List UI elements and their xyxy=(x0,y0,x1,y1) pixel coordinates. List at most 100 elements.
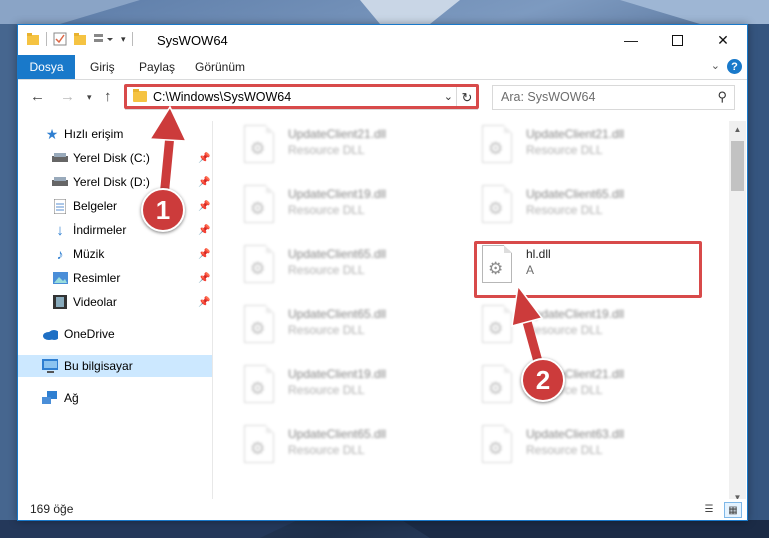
customize-toolbar-icon[interactable] xyxy=(93,32,115,46)
toolbar-divider xyxy=(131,32,133,46)
navigation-bar: ← → ▾ ↑ C:\Windows\SysWOW64 ⌄ ↻ Ara: Sys… xyxy=(18,80,747,114)
file-type: Resource DLL xyxy=(288,323,365,337)
music-icon: ♪ xyxy=(56,246,64,262)
file-item[interactable]: ⚙ UpdateClient19.dll Resource DLL xyxy=(240,183,460,233)
new-folder-icon[interactable] xyxy=(73,32,87,46)
step-1-badge: 1 xyxy=(141,188,185,232)
file-name: UpdateClient65.dll xyxy=(288,427,387,441)
maximize-button[interactable] xyxy=(654,25,700,55)
file-item[interactable]: ⚙ UpdateClient21.dll Resource DLL xyxy=(478,123,698,173)
videos-icon xyxy=(52,294,68,310)
sidebar-item-label: Bu bilgisayar xyxy=(64,359,133,373)
file-item[interactable]: ⚙ UpdateClient19.dll Resource DLL xyxy=(240,363,460,413)
computer-icon xyxy=(42,358,58,374)
up-arrow-icon[interactable]: ↑ xyxy=(104,88,112,105)
file-icon: ⚙ xyxy=(244,365,274,403)
file-icon: ⚙ xyxy=(482,125,512,163)
file-name: UpdateClient63.dll xyxy=(526,427,625,441)
search-placeholder: Ara: SysWOW64 xyxy=(501,90,596,104)
file-type: Resource DLL xyxy=(526,443,603,457)
search-box[interactable]: Ara: SysWOW64 ⚲ xyxy=(492,85,735,110)
chevron-down-icon[interactable]: ⌄ xyxy=(711,59,720,72)
file-type: Resource DLL xyxy=(526,203,603,217)
gear-icon: ⚙ xyxy=(250,439,266,458)
file-type: Resource DLL xyxy=(526,143,603,157)
file-name: UpdateClient19.dll xyxy=(288,367,387,381)
sidebar-item-label: Resimler xyxy=(73,271,121,285)
tab-dosya[interactable]: Dosya xyxy=(18,55,75,79)
quick-access-toolbar: ▾ xyxy=(26,32,133,46)
folder-icon xyxy=(27,33,39,45)
sidebar-item-label: Müzik xyxy=(73,247,105,261)
file-item[interactable]: ⚙ UpdateClient65.dll Resource DLL xyxy=(240,243,460,293)
details-view-icon[interactable]: ☰ xyxy=(701,502,717,516)
file-name: UpdateClient65.dll xyxy=(288,247,387,261)
minimize-button[interactable]: — xyxy=(608,25,654,55)
tab-paylas[interactable]: Paylaş xyxy=(139,55,175,79)
scroll-up-icon[interactable]: ▲ xyxy=(729,121,746,138)
file-type: Resource DLL xyxy=(288,263,365,277)
file-name: UpdateClient65.dll xyxy=(288,307,387,321)
sidebar-item-this-pc[interactable]: Bu bilgisayar xyxy=(18,355,212,377)
title-bar: ▾ SysWOW64 — ✕ xyxy=(18,25,747,55)
sidebar-item-label: Belgeler xyxy=(73,199,118,213)
pin-icon[interactable]: 📌 xyxy=(198,225,210,236)
onedrive-icon xyxy=(42,326,58,342)
gear-icon: ⚙ xyxy=(488,139,504,158)
sidebar-item-label: Yerel Disk (D:) xyxy=(73,175,150,189)
pin-icon[interactable]: 📌 xyxy=(198,249,210,260)
ribbon-tabs: Dosya Giriş Paylaş Görünüm ⌄ ? xyxy=(18,55,747,80)
file-list: ⚙ UpdateClient21.dll Resource DLL ⚙ Upda… xyxy=(214,121,728,506)
file-item[interactable]: ⚙ UpdateClient65.dll Resource DLL xyxy=(478,183,698,233)
status-bar: 169 öğe ☰ ▦ xyxy=(18,499,747,520)
pin-icon[interactable]: 📌 xyxy=(198,273,210,284)
network-icon xyxy=(42,390,58,406)
vertical-scrollbar[interactable]: ▲ ▼ xyxy=(729,121,746,506)
documents-icon xyxy=(52,198,68,214)
close-icon: ✕ xyxy=(717,31,729,48)
sidebar-item-videos[interactable]: Videolar 📌 xyxy=(18,291,212,313)
gear-icon: ⚙ xyxy=(250,259,266,278)
file-name: UpdateClient19.dll xyxy=(288,187,387,201)
tab-gorunum[interactable]: Görünüm xyxy=(195,55,245,79)
forward-arrow-icon[interactable]: → xyxy=(60,88,75,105)
file-item[interactable]: ⚙ UpdateClient65.dll Resource DLL xyxy=(240,423,460,473)
drive-icon xyxy=(52,174,68,190)
file-item[interactable]: ⚙ UpdateClient63.dll Resource DLL xyxy=(478,423,698,473)
back-arrow-icon[interactable]: ← xyxy=(30,88,45,105)
pin-icon[interactable]: 📌 xyxy=(198,297,210,308)
maximize-icon xyxy=(671,34,683,46)
file-type: Resource DLL xyxy=(288,443,365,457)
file-name: UpdateClient21.dll xyxy=(288,127,387,141)
gear-icon: ⚙ xyxy=(488,439,504,458)
sidebar-item-network[interactable]: Ağ xyxy=(18,387,212,409)
recent-locations-icon[interactable]: ▾ xyxy=(87,92,92,103)
search-icon[interactable]: ⚲ xyxy=(717,89,727,105)
gear-icon: ⚙ xyxy=(488,199,504,218)
large-icons-view-icon[interactable]: ▦ xyxy=(724,502,742,518)
file-icon: ⚙ xyxy=(244,245,274,283)
sidebar-item-label: Hızlı erişim xyxy=(64,127,124,141)
scrollbar-thumb[interactable] xyxy=(731,141,744,191)
window-title: SysWOW64 xyxy=(157,33,228,48)
sidebar-item-onedrive[interactable]: OneDrive xyxy=(18,323,212,345)
file-name: UpdateClient65.dll xyxy=(526,187,625,201)
file-type: Resource DLL xyxy=(288,203,365,217)
sidebar-item-downloads[interactable]: ↓ İndirmeler 📌 xyxy=(18,219,212,241)
qat-dropdown-icon[interactable]: ▾ xyxy=(121,34,126,45)
sidebar-item-pictures[interactable]: Resimler 📌 xyxy=(18,267,212,289)
file-item[interactable]: ⚙ UpdateClient65.dll Resource DLL xyxy=(240,303,460,353)
help-icon[interactable]: ? xyxy=(727,59,742,74)
step-2-badge: 2 xyxy=(521,358,565,402)
file-icon: ⚙ xyxy=(244,185,274,223)
file-item[interactable]: ⚙ UpdateClient21.dll Resource DLL xyxy=(240,123,460,173)
properties-icon[interactable] xyxy=(53,32,67,46)
gear-icon: ⚙ xyxy=(488,379,504,398)
gear-icon: ⚙ xyxy=(250,379,266,398)
file-icon: ⚙ xyxy=(482,185,512,223)
sidebar-item-music[interactable]: ♪ Müzik 📌 xyxy=(18,243,212,265)
file-icon: ⚙ xyxy=(244,425,274,463)
tab-giris[interactable]: Giriş xyxy=(90,55,115,79)
close-button[interactable]: ✕ xyxy=(700,25,746,55)
gear-icon: ⚙ xyxy=(488,319,504,338)
